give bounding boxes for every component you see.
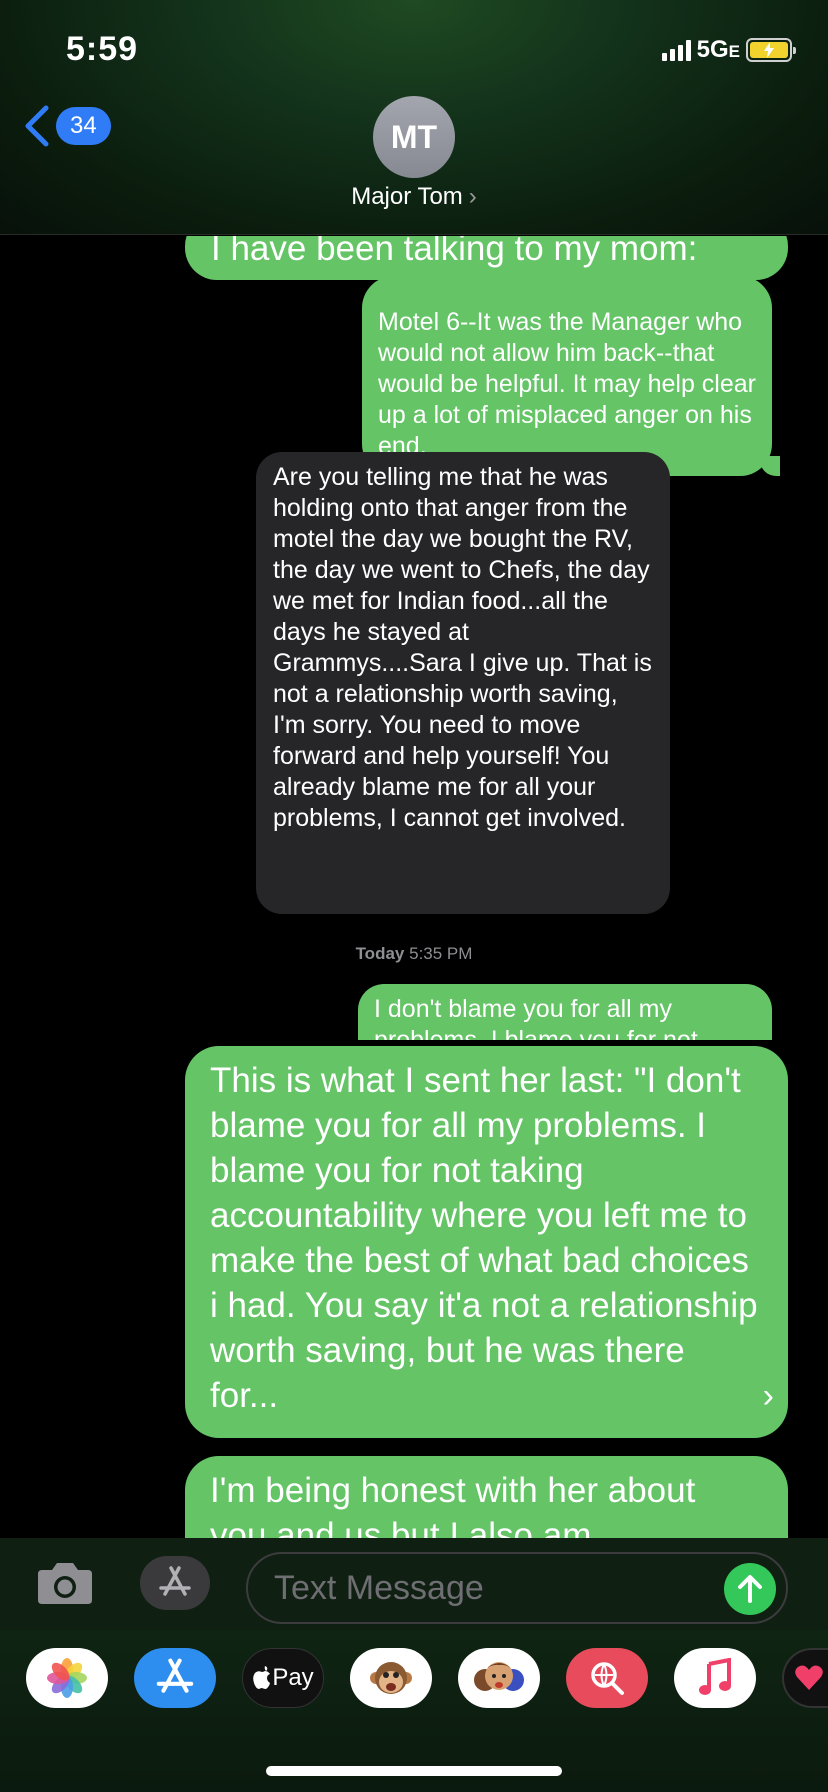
app-store-icon <box>156 1658 194 1693</box>
heart-icon <box>795 1665 823 1690</box>
message-text: Motel 6--It was the Manager who would no… <box>378 308 756 460</box>
message-timestamp: Today 5:35 PM <box>355 944 473 963</box>
message-input-placeholder: Text Message <box>274 1569 484 1607</box>
images-search-app-button[interactable] <box>566 1648 648 1708</box>
message-bubble-sent[interactable]: I have been talking to my mom: <box>185 236 788 280</box>
memoji-icon <box>474 1662 524 1691</box>
contact-avatar[interactable]: MT <box>373 96 455 178</box>
message-bubble-received[interactable]: Are you telling me that he was holding o… <box>256 452 670 914</box>
message-thread[interactable]: I have been talking to my mom: Motel 6--… <box>0 236 828 1538</box>
app-store-button[interactable] <box>140 1556 210 1610</box>
arrow-up-icon <box>738 1575 762 1603</box>
message-text: I don't blame you for all my problems. I… <box>374 995 698 1040</box>
send-button[interactable] <box>724 1563 776 1615</box>
message-bubble-sent[interactable]: This is what I sent her last: "I don't b… <box>185 1046 788 1438</box>
message-bubble-sent[interactable]: Motel 6--It was the Manager who would no… <box>362 276 780 476</box>
apple-pay-label: Pay <box>272 1664 314 1691</box>
app-store-app-button[interactable] <box>134 1648 216 1708</box>
camera-icon[interactable] <box>34 1560 96 1608</box>
expand-message-icon[interactable]: › <box>763 1377 774 1416</box>
message-composer: Text Message <box>0 1538 828 1630</box>
apple-pay-app-button[interactable]: Pay <box>242 1648 324 1708</box>
message-text: I have been talking to my mom: <box>211 236 698 268</box>
photos-app-button[interactable] <box>26 1648 108 1708</box>
message-text: This is what I sent her last: "I don't b… <box>210 1061 758 1415</box>
status-time: 5:59 <box>66 30 139 68</box>
music-app-button[interactable] <box>674 1648 756 1708</box>
conversation-header: 5:59 5GE 34 MT Major Tom › <box>0 0 828 235</box>
charging-bolt-icon <box>764 42 774 58</box>
photos-icon <box>47 1658 87 1698</box>
chevron-right-icon: › <box>468 183 477 210</box>
animoji-app-button[interactable] <box>350 1648 432 1708</box>
message-bubble-sent[interactable]: I don't blame you for all my problems. I… <box>358 984 772 1040</box>
home-indicator[interactable] <box>266 1766 562 1776</box>
app-store-icon <box>159 1566 191 1596</box>
digital-touch-app-button[interactable] <box>782 1648 828 1708</box>
apple-pay-icon <box>253 1666 271 1689</box>
status-indicators: 5GE <box>661 36 796 64</box>
message-text: I'm being honest with her about you and … <box>210 1471 696 1538</box>
unread-count-badge: 34 <box>56 107 111 145</box>
chevron-left-icon <box>25 105 49 147</box>
contact-name: Major Tom <box>351 183 463 210</box>
back-button[interactable]: 34 <box>22 104 111 148</box>
animoji-icon <box>370 1662 412 1694</box>
music-icon <box>699 1658 731 1695</box>
signal-icon <box>661 39 691 61</box>
message-input[interactable]: Text Message <box>246 1552 788 1624</box>
app-drawer: Pay <box>0 1630 828 1792</box>
memoji-app-button[interactable] <box>458 1648 540 1708</box>
message-text: Are you telling me that he was holding o… <box>273 463 652 832</box>
message-bubble-sent[interactable]: I'm being honest with her about you and … <box>185 1456 788 1538</box>
battery-icon <box>746 38 796 62</box>
contact-name-button[interactable]: Major Tom › <box>0 183 828 211</box>
images-search-icon <box>591 1662 624 1695</box>
network-indicator: 5GE <box>696 36 740 63</box>
